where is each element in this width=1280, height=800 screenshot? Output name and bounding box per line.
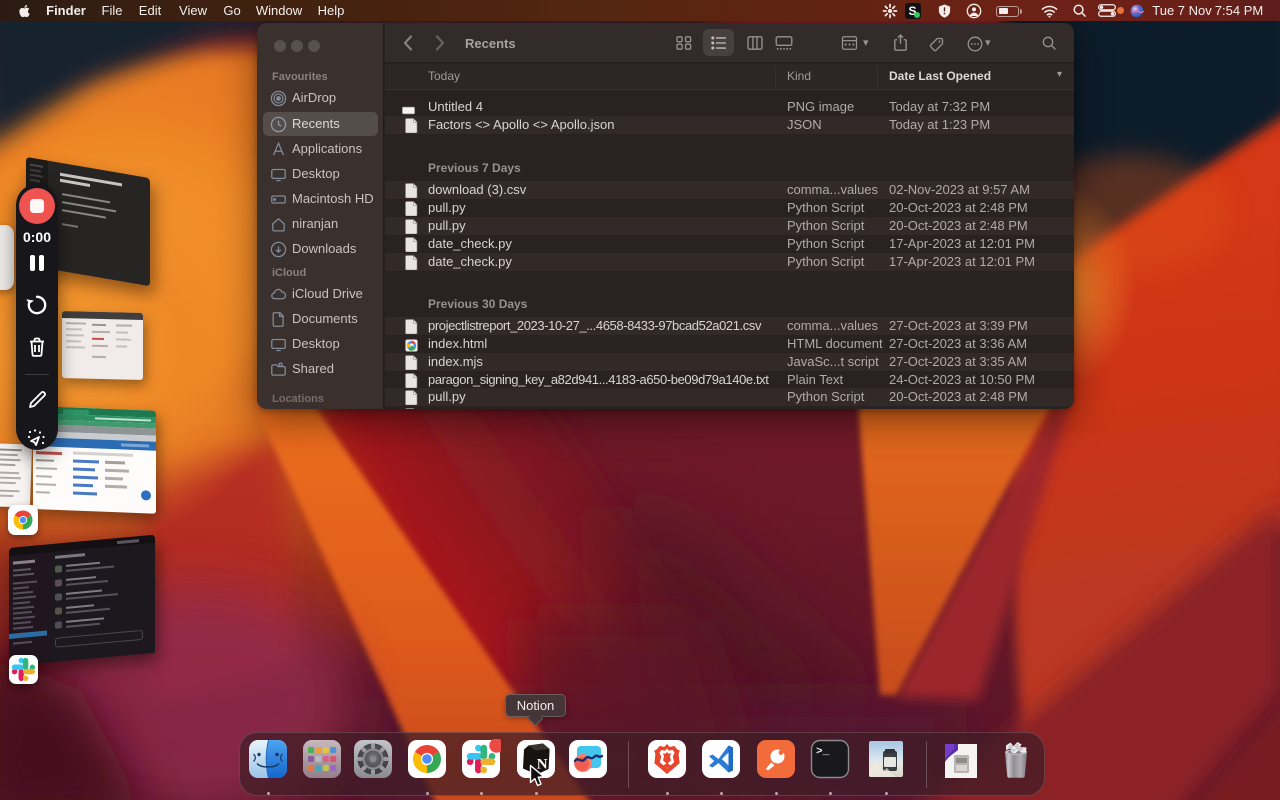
svg-text:>_: >_: [816, 746, 830, 758]
